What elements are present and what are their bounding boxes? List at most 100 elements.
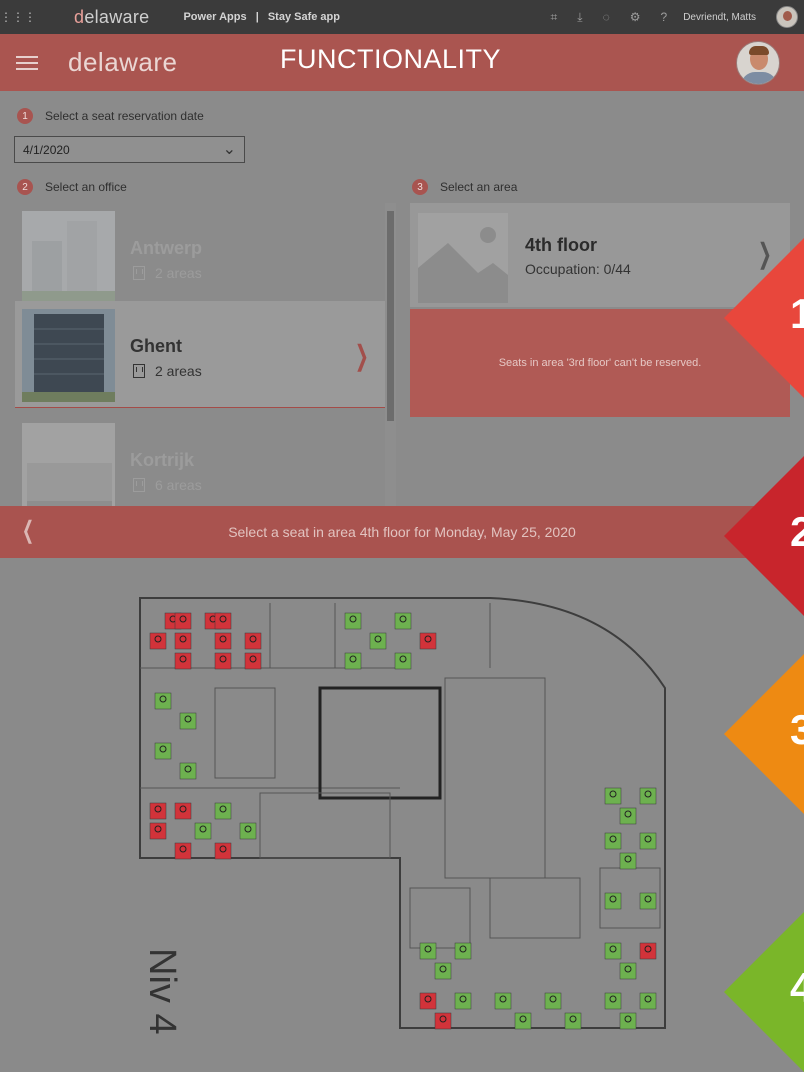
seat-available[interactable] bbox=[619, 852, 637, 870]
seat-occupied[interactable] bbox=[214, 632, 232, 650]
seat-available[interactable] bbox=[179, 712, 197, 730]
seat-occupied[interactable] bbox=[214, 652, 232, 670]
power-apps-topbar: ⋮⋮⋮ delaware Power Apps | Stay Safe app … bbox=[0, 0, 804, 34]
help-icon[interactable]: ? bbox=[661, 10, 668, 24]
step-1-number: 1 bbox=[17, 108, 33, 124]
seat-available[interactable] bbox=[619, 962, 637, 980]
image-placeholder-icon bbox=[418, 213, 508, 303]
seat-available[interactable] bbox=[604, 787, 622, 805]
seat-available[interactable] bbox=[564, 1012, 582, 1030]
area-occupation: Occupation: 0/44 bbox=[525, 261, 631, 277]
seat-occupied[interactable] bbox=[149, 822, 167, 840]
seat-available[interactable] bbox=[544, 992, 562, 1010]
seat-selection-title: Select a seat in area 4th floor for Mond… bbox=[228, 524, 576, 540]
seat-available[interactable] bbox=[639, 787, 657, 805]
user-avatar-small[interactable] bbox=[776, 6, 798, 28]
building-icon bbox=[133, 364, 145, 378]
office-list: Antwerp 2 areas Ghent 2 areas ❯ Kortrijk… bbox=[15, 203, 385, 506]
office-item-antwerp[interactable]: Antwerp 2 areas bbox=[15, 203, 385, 310]
callout-tab-2: 2 bbox=[724, 456, 804, 616]
office-areas: 6 areas bbox=[130, 477, 202, 493]
callout-tab-3: 3 bbox=[724, 654, 804, 814]
seat-occupied[interactable] bbox=[214, 612, 232, 630]
seat-available[interactable] bbox=[639, 992, 657, 1010]
topbar-icons: ⌗ ⤓ ◌ ⚙ ? Devriendt, Matts bbox=[551, 0, 804, 34]
app-brand-logo: delaware bbox=[68, 47, 178, 77]
bell-icon[interactable]: ◌ bbox=[603, 10, 610, 24]
seat-occupied[interactable] bbox=[419, 992, 437, 1010]
download-icon[interactable]: ⤓ bbox=[577, 10, 582, 25]
scrollbar-thumb[interactable] bbox=[387, 211, 394, 421]
seat-occupied[interactable] bbox=[149, 632, 167, 650]
office-areas: 2 areas bbox=[130, 363, 202, 379]
seat-occupied[interactable] bbox=[244, 652, 262, 670]
seat-available[interactable] bbox=[214, 802, 232, 820]
callout-number: 1 bbox=[790, 290, 804, 337]
hamburger-menu-icon[interactable] bbox=[16, 55, 38, 70]
seat-available[interactable] bbox=[394, 652, 412, 670]
seat-available[interactable] bbox=[639, 892, 657, 910]
app-header: delaware FUNCTIONALITY bbox=[0, 34, 804, 91]
seat-available[interactable] bbox=[619, 807, 637, 825]
date-dropdown[interactable]: 4/1/2020 ⌄ bbox=[14, 136, 245, 163]
seat-occupied[interactable] bbox=[174, 842, 192, 860]
seat-available[interactable] bbox=[154, 742, 172, 760]
seat-available[interactable] bbox=[454, 942, 472, 960]
fit-screen-icon[interactable]: ⌗ bbox=[551, 10, 558, 25]
gear-icon[interactable]: ⚙ bbox=[630, 10, 641, 24]
seat-occupied[interactable] bbox=[244, 632, 262, 650]
seat-available[interactable] bbox=[604, 942, 622, 960]
seat-occupied[interactable] bbox=[174, 632, 192, 650]
seat-occupied[interactable] bbox=[149, 802, 167, 820]
app-launcher-icon[interactable]: ⋮⋮⋮ bbox=[0, 10, 36, 24]
step-1: 1 Select a seat reservation date bbox=[17, 108, 204, 124]
seat-available[interactable] bbox=[419, 942, 437, 960]
user-avatar[interactable] bbox=[736, 41, 780, 85]
seat-occupied[interactable] bbox=[174, 802, 192, 820]
seat-occupied[interactable] bbox=[434, 1012, 452, 1030]
office-areas: 2 areas bbox=[130, 265, 202, 281]
step-2-label: Select an office bbox=[45, 180, 127, 194]
seat-available[interactable] bbox=[604, 992, 622, 1010]
seat-occupied[interactable] bbox=[214, 842, 232, 860]
office-item-ghent[interactable]: Ghent 2 areas ❯ bbox=[15, 301, 385, 408]
seat-available[interactable] bbox=[514, 1012, 532, 1030]
step-3: 3 Select an area bbox=[412, 179, 517, 195]
seat-selection-bar: ❮ Select a seat in area 4th floor for Mo… bbox=[0, 506, 804, 558]
seat-available[interactable] bbox=[639, 832, 657, 850]
callout-tab-1: 1 bbox=[724, 238, 804, 398]
seat-available[interactable] bbox=[494, 992, 512, 1010]
seat-occupied[interactable] bbox=[174, 652, 192, 670]
seat-available[interactable] bbox=[604, 832, 622, 850]
office-list-scrollbar[interactable] bbox=[385, 203, 396, 506]
seat-available[interactable] bbox=[394, 612, 412, 630]
office-areas-count: 2 areas bbox=[155, 363, 202, 379]
callout-number: 3 bbox=[790, 706, 804, 753]
floor-plan: Niv 4 bbox=[0, 558, 804, 1072]
area-name: 4th floor bbox=[525, 235, 597, 255]
seat-available[interactable] bbox=[619, 1012, 637, 1030]
seat-occupied[interactable] bbox=[419, 632, 437, 650]
user-name[interactable]: Devriendt, Matts bbox=[683, 12, 756, 23]
seat-available[interactable] bbox=[154, 692, 172, 710]
seat-available[interactable] bbox=[344, 652, 362, 670]
seat-available[interactable] bbox=[194, 822, 212, 840]
seat-available[interactable] bbox=[454, 992, 472, 1010]
chevron-down-icon: ⌄ bbox=[222, 141, 236, 158]
seat-occupied[interactable] bbox=[639, 942, 657, 960]
office-item-kortrijk[interactable]: Kortrijk 6 areas bbox=[15, 415, 385, 506]
seat-available[interactable] bbox=[604, 892, 622, 910]
step-3-number: 3 bbox=[412, 179, 428, 195]
office-name: Antwerp bbox=[130, 238, 202, 258]
step-1-label: Select a seat reservation date bbox=[45, 109, 204, 123]
seat-available[interactable] bbox=[179, 762, 197, 780]
chevron-right-icon: ❯ bbox=[354, 340, 369, 371]
seat-available[interactable] bbox=[369, 632, 387, 650]
seat-occupied[interactable] bbox=[174, 612, 192, 630]
seat-available[interactable] bbox=[434, 962, 452, 980]
seat-available[interactable] bbox=[344, 612, 362, 630]
seat-available[interactable] bbox=[239, 822, 257, 840]
reservation-panel: 1 Select a seat reservation date 4/1/202… bbox=[0, 91, 804, 506]
office-areas-count: 6 areas bbox=[155, 477, 202, 493]
breadcrumb-product: Power Apps bbox=[183, 11, 247, 23]
